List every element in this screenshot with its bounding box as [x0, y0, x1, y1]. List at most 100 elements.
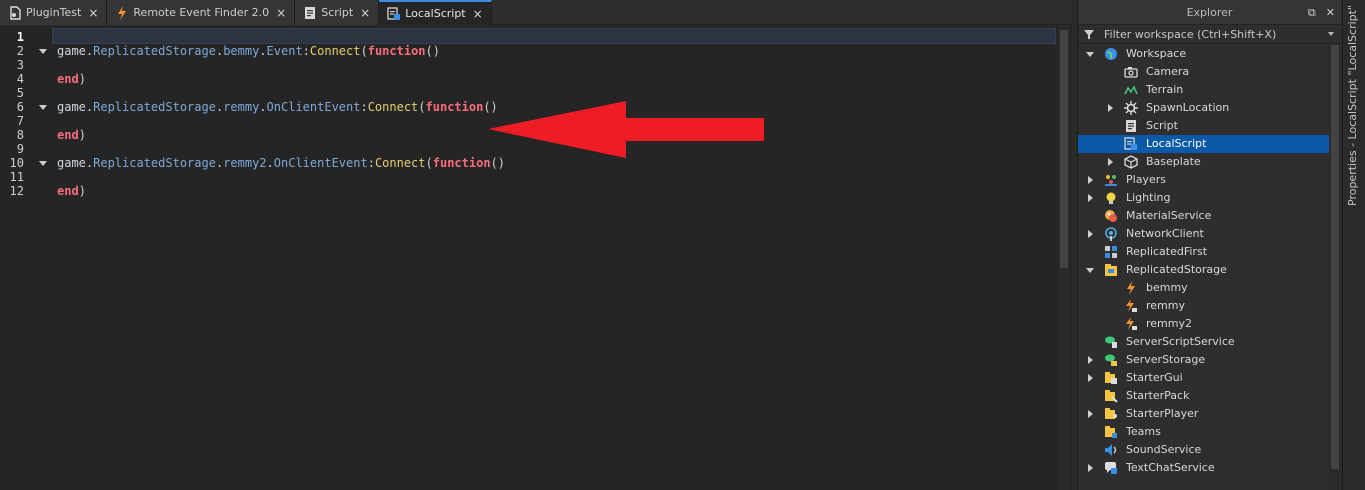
chevron-right-icon[interactable]: [1088, 464, 1093, 472]
chevron-right-icon[interactable]: [1108, 104, 1113, 112]
explorer-item-starterplayer[interactable]: StarterPlayer: [1078, 405, 1340, 423]
code-token: function: [367, 44, 426, 58]
close-icon[interactable]: ×: [473, 7, 483, 21]
explorer-item-label: NetworkClient: [1126, 227, 1204, 240]
explorer-item-lighting[interactable]: Lighting: [1078, 189, 1340, 207]
explorer-item-bemmy[interactable]: bemmy: [1078, 279, 1340, 297]
explorer-item-materialservice[interactable]: MaterialService: [1078, 207, 1340, 225]
code-token: game.: [57, 156, 94, 170]
line-number-gutter: 1 2 3 4 5 6 7 8 9 10 11 12: [0, 26, 52, 490]
explorer-item-label: ReplicatedFirst: [1126, 245, 1208, 258]
close-icon[interactable]: ×: [360, 6, 370, 20]
explorer-item-baseplate[interactable]: Baseplate: [1078, 153, 1340, 171]
code-token: Connect: [374, 156, 426, 170]
chevron-right-icon[interactable]: [1088, 374, 1093, 382]
code-token: Event: [266, 44, 303, 58]
close-icon[interactable]: ×: [276, 6, 286, 20]
chevron-right-icon[interactable]: [1088, 194, 1093, 202]
explorer-item-teams[interactable]: Teams: [1078, 423, 1340, 441]
server-storage-icon: [1104, 353, 1118, 367]
tab-label: PluginTest: [26, 6, 82, 19]
workspace-icon: [1104, 47, 1118, 61]
explorer-item-players[interactable]: Players: [1078, 171, 1340, 189]
replicated-first-icon: [1104, 245, 1118, 259]
explorer-scrollbar[interactable]: [1329, 45, 1341, 490]
explorer-item-camera[interactable]: Camera: [1078, 63, 1340, 81]
starter-pack-icon: [1104, 389, 1118, 403]
chevron-down-icon[interactable]: [1086, 268, 1094, 273]
code-token: end: [57, 184, 79, 198]
explorer-item-serverstorage[interactable]: ServerStorage: [1078, 351, 1340, 369]
chevron-right-icon[interactable]: [1088, 356, 1093, 364]
code-token: :: [302, 44, 310, 58]
chevron-right-icon[interactable]: [1088, 176, 1093, 184]
fold-toggle-icon[interactable]: [39, 161, 47, 166]
plugin-icon: [8, 6, 21, 20]
camera-icon: [1124, 65, 1138, 79]
explorer-item-remmy2[interactable]: remmy2: [1078, 315, 1340, 333]
tab-label: LocalScript: [405, 7, 466, 20]
tab-plugintest[interactable]: PluginTest ×: [0, 0, 108, 25]
code-line[interactable]: end): [57, 128, 86, 142]
current-line-highlight: [52, 28, 1056, 44]
code-line[interactable]: end): [57, 184, 86, 198]
code-line[interactable]: game.ReplicatedStorage.bemmy.Event:Conne…: [57, 44, 440, 58]
line-number: 3: [16, 58, 24, 72]
explorer-item-label: Script: [1146, 119, 1178, 132]
fold-toggle-icon[interactable]: [39, 49, 47, 54]
code-line[interactable]: game.ReplicatedStorage.remmy.OnClientEve…: [57, 100, 498, 114]
fold-toggle-icon[interactable]: [39, 105, 47, 110]
explorer-scrollbar-thumb[interactable]: [1331, 45, 1339, 469]
explorer-filter[interactable]: Filter workspace (Ctrl+Shift+X): [1078, 25, 1341, 44]
explorer-item-spawnlocation[interactable]: SpawnLocation: [1078, 99, 1340, 117]
close-icon[interactable]: ✕: [1326, 6, 1335, 20]
explorer-item-remmy[interactable]: remmy: [1078, 297, 1340, 315]
code-token: ): [78, 128, 86, 142]
chevron-down-icon[interactable]: [1086, 52, 1094, 57]
chevron-right-icon[interactable]: [1108, 158, 1113, 166]
undock-icon[interactable]: ⧉: [1308, 6, 1316, 20]
line-number: 10: [9, 156, 24, 170]
explorer-item-starterpack[interactable]: StarterPack: [1078, 387, 1340, 405]
properties-side-tab-label: Properties - LocalScript "LocalScript": [1346, 5, 1359, 206]
explorer-item-textchatservice[interactable]: TextChatService: [1078, 459, 1340, 477]
remote-event-icon: [1124, 317, 1138, 331]
replicated-storage-icon: [1104, 263, 1118, 277]
tab-script[interactable]: Script ×: [295, 0, 380, 25]
explorer-item-localscript[interactable]: LocalScript: [1078, 135, 1340, 153]
chevron-right-icon[interactable]: [1088, 410, 1093, 418]
explorer-item-terrain[interactable]: Terrain: [1078, 81, 1340, 99]
editor-scrollbar-thumb[interactable]: [1060, 30, 1068, 268]
code-token: ReplicatedStorage: [93, 156, 216, 170]
chevron-down-icon[interactable]: [1328, 32, 1334, 36]
code-token: :: [360, 100, 368, 114]
properties-side-tab[interactable]: Properties - LocalScript "LocalScript": [1342, 0, 1365, 490]
code-line[interactable]: game.ReplicatedStorage.remmy2.OnClientEv…: [57, 156, 505, 170]
explorer-item-workspace[interactable]: Workspace: [1078, 45, 1340, 63]
filter-input[interactable]: Filter workspace (Ctrl+Shift+X): [1104, 28, 1276, 41]
line-number: 1: [16, 30, 24, 44]
editor-scrollbar[interactable]: [1058, 26, 1070, 490]
explorer-item-serverscriptservice[interactable]: ServerScriptService: [1078, 333, 1340, 351]
server-script-service-icon: [1104, 335, 1118, 349]
script-editor[interactable]: 1 2 3 4 5 6 7 8 9 10 11 12 game.ReplicatedStorage.b…: [0, 26, 1072, 490]
explorer-header: Explorer ⧉ ✕: [1078, 0, 1341, 25]
explorer-item-startergui[interactable]: StarterGui: [1078, 369, 1340, 387]
code-token: (: [418, 100, 426, 114]
code-line[interactable]: end): [57, 72, 86, 86]
explorer-item-soundservice[interactable]: SoundService: [1078, 441, 1340, 459]
explorer-item-label: Teams: [1126, 425, 1161, 438]
explorer-item-replicatedfirst[interactable]: ReplicatedFirst: [1078, 243, 1340, 261]
code-token: game.: [57, 100, 94, 114]
tab-localscript[interactable]: LocalScript ×: [379, 0, 492, 25]
chevron-right-icon[interactable]: [1088, 230, 1093, 238]
explorer-item-script[interactable]: Script: [1078, 117, 1340, 135]
close-icon[interactable]: ×: [88, 6, 98, 20]
lighting-icon: [1104, 191, 1118, 205]
explorer-item-label: remmy2: [1146, 317, 1192, 330]
tab-remote-event-finder-2-0[interactable]: Remote Event Finder 2.0 ×: [107, 0, 296, 25]
explorer-item-label: remmy: [1146, 299, 1185, 312]
explorer-item-replicatedstorage[interactable]: ReplicatedStorage: [1078, 261, 1340, 279]
script-icon: [303, 6, 316, 19]
explorer-item-networkclient[interactable]: NetworkClient: [1078, 225, 1340, 243]
